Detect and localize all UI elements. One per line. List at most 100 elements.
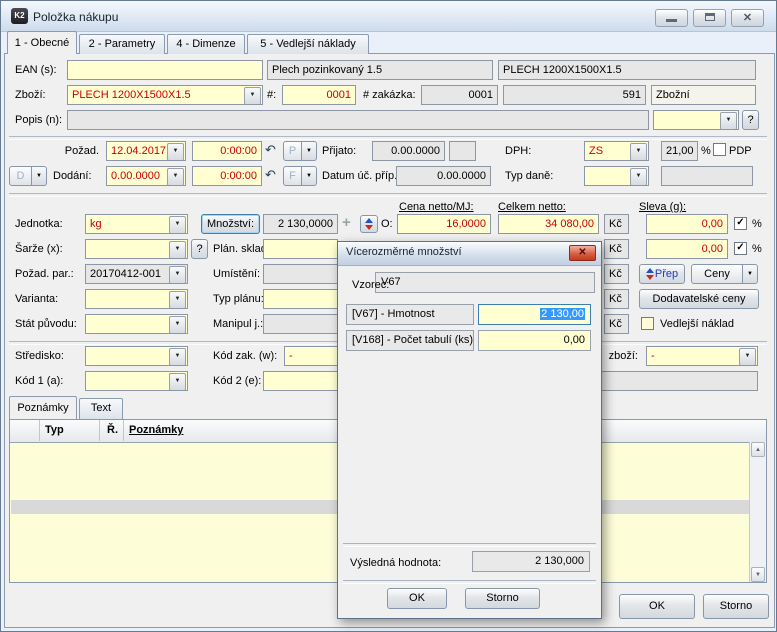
dropdown-arrow-icon[interactable]: ▼ xyxy=(630,143,647,160)
mnozstvi-button[interactable]: Množství: xyxy=(201,214,260,234)
dodavatelske-ceny-button[interactable]: Dodavatelské ceny xyxy=(639,289,759,309)
currency-field: Kč xyxy=(604,214,629,234)
close-icon: ✕ xyxy=(578,247,587,258)
cena-netto-input[interactable]: 16,0000 xyxy=(397,214,491,234)
dropdown-arrow-icon[interactable]: ▼ xyxy=(720,112,737,129)
dodani-time-input[interactable]: 0:00:00 xyxy=(192,166,262,186)
scroll-down-icon[interactable]: ▼ xyxy=(751,567,765,582)
kod-zak-field[interactable]: - xyxy=(284,346,344,366)
sleva-pct-checkbox-2[interactable]: ✓ xyxy=(734,242,747,255)
dialog-close-button[interactable]: ✕ xyxy=(569,245,596,261)
dialog-storno-button[interactable]: Storno xyxy=(465,588,540,609)
sarze-help-button[interactable]: ? xyxy=(191,239,208,259)
sleva-input-1[interactable]: 0,00 xyxy=(646,214,728,234)
scroll-up-icon[interactable]: ▲ xyxy=(751,442,765,457)
zakazka-field: 0001 xyxy=(421,85,498,105)
table-scrollbar[interactable]: ▲ ▼ xyxy=(749,442,766,582)
sleva-input-2[interactable]: 0,00 xyxy=(646,239,728,259)
umisteni-label: Umístění: xyxy=(213,268,261,280)
navazne-zbozi-combo[interactable]: - ▼ xyxy=(646,346,758,366)
umisteni-field xyxy=(263,264,338,284)
dropdown-arrow-icon[interactable]: ▼ xyxy=(169,216,186,233)
hash-label: #: xyxy=(267,89,277,101)
recalc-icon xyxy=(364,218,374,231)
prep-button[interactable]: Přep xyxy=(639,264,685,284)
dim-input-hmotnost[interactable]: 2 130,00 xyxy=(478,304,591,325)
undo-icon[interactable]: ↶ xyxy=(265,143,276,157)
pozad-time-input[interactable]: 0:00:00 xyxy=(192,141,262,161)
sarze-combo[interactable]: ▼ xyxy=(85,239,188,259)
prijato-time-field xyxy=(449,141,476,161)
popis-field[interactable] xyxy=(67,110,649,130)
currency-field: Kč xyxy=(604,239,629,259)
dropdown-arrow-icon[interactable]: ▼ xyxy=(630,168,647,185)
kod1-combo[interactable]: ▼ xyxy=(85,371,188,391)
typ-planu-field[interactable] xyxy=(263,289,338,309)
d-mode-button[interactable]: D ▼ xyxy=(9,166,47,186)
dropdown-arrow-icon[interactable]: ▼ xyxy=(169,266,186,283)
p-mode-button[interactable]: P ▼ xyxy=(283,141,317,161)
dropdown-arrow-icon[interactable]: ▼ xyxy=(302,166,317,186)
dropdown-arrow-icon[interactable]: ▼ xyxy=(169,373,186,390)
sleva-pct-checkbox-1[interactable]: ✓ xyxy=(734,217,747,230)
dropdown-arrow-icon[interactable]: ▼ xyxy=(743,264,758,284)
zbozi-combo[interactable]: PLECH 1200X1500X1.5 ▼ xyxy=(67,85,263,105)
ok-button[interactable]: OK xyxy=(619,594,695,619)
sleva-pct-label-2: % xyxy=(752,243,762,255)
close-button[interactable]: ✕ xyxy=(731,9,764,27)
dim-input-pocet-tabuli[interactable]: 0,00 xyxy=(478,330,591,351)
minimize-button[interactable] xyxy=(655,9,688,27)
navazne-zbozi-label: zboží: xyxy=(608,350,638,362)
tab-parametry[interactable]: 2 - Parametry xyxy=(79,34,165,54)
dropdown-arrow-icon[interactable]: ▼ xyxy=(302,141,317,161)
maximize-button[interactable] xyxy=(693,9,726,27)
col-blank[interactable] xyxy=(10,420,40,441)
dropdown-arrow-icon[interactable]: ▼ xyxy=(167,168,184,185)
varianta-combo[interactable]: ▼ xyxy=(85,289,188,309)
tab-vedlejsi-naklady[interactable]: 5 - Vedlejší náklady xyxy=(247,34,369,54)
dodani-date-combo[interactable]: 0.00.0000 ▼ xyxy=(106,166,186,186)
storno-button[interactable]: Storno xyxy=(703,594,769,619)
tab-text[interactable]: Text xyxy=(79,398,123,419)
separator xyxy=(9,136,767,140)
dropdown-arrow-icon[interactable]: ▼ xyxy=(244,87,261,104)
popis-help-button[interactable]: ? xyxy=(742,110,759,130)
jednotka-combo[interactable]: kg ▼ xyxy=(85,214,188,234)
tab-dimenze[interactable]: 4 - Dimenze xyxy=(167,34,245,54)
popis-combo[interactable]: ▼ xyxy=(653,110,739,130)
pozad-date-combo[interactable]: 12.04.2017 ▼ xyxy=(106,141,186,161)
kod2-label: Kód 2 (e): xyxy=(213,375,262,387)
dropdown-arrow-icon[interactable]: ▼ xyxy=(169,348,186,365)
recalc-button[interactable] xyxy=(360,215,378,233)
typ-dane-combo[interactable]: ▼ xyxy=(584,166,649,186)
typ-dane-label: Typ daně: xyxy=(505,170,554,182)
ceny-button[interactable]: Ceny ▼ xyxy=(691,264,758,284)
dropdown-arrow-icon[interactable]: ▼ xyxy=(167,143,184,160)
celkem-netto-input[interactable]: 34 080,00 xyxy=(498,214,599,234)
col-r[interactable]: Ř. xyxy=(100,420,124,441)
dropdown-arrow-icon[interactable]: ▼ xyxy=(169,316,186,333)
col-typ[interactable]: Typ xyxy=(40,420,100,441)
hash-input[interactable]: 0001 xyxy=(282,85,356,105)
pozad-par-combo[interactable]: 20170412-001 ▼ xyxy=(85,264,188,284)
cena-netto-header: Cena netto/MJ: xyxy=(399,201,474,213)
stredisko-combo[interactable]: ▼ xyxy=(85,346,188,366)
tab-poznamky[interactable]: Poznámky xyxy=(9,396,77,419)
dropdown-arrow-icon[interactable]: ▼ xyxy=(32,166,47,186)
ean-input[interactable] xyxy=(67,60,263,80)
f-mode-button[interactable]: F ▼ xyxy=(283,166,317,186)
dropdown-arrow-icon[interactable]: ▼ xyxy=(169,241,186,258)
dropdown-arrow-icon[interactable]: ▼ xyxy=(739,348,756,365)
sleva-header: Sleva (g): xyxy=(639,201,687,213)
pdp-checkbox[interactable] xyxy=(713,143,726,156)
dialog-ok-button[interactable]: OK xyxy=(387,588,447,609)
plan-sklad-field[interactable] xyxy=(263,239,338,259)
stat-puvodu-combo[interactable]: ▼ xyxy=(85,314,188,334)
dph-combo[interactable]: ZS ▼ xyxy=(584,141,649,161)
undo-icon[interactable]: ↶ xyxy=(265,168,276,182)
tab-obecne[interactable]: 1 - Obecné xyxy=(7,31,77,54)
vedlejsi-naklad-checkbox[interactable] xyxy=(641,317,654,330)
navazne-zbozi-desc-field xyxy=(601,371,758,391)
kod2-field[interactable] xyxy=(263,371,338,391)
dropdown-arrow-icon[interactable]: ▼ xyxy=(169,291,186,308)
